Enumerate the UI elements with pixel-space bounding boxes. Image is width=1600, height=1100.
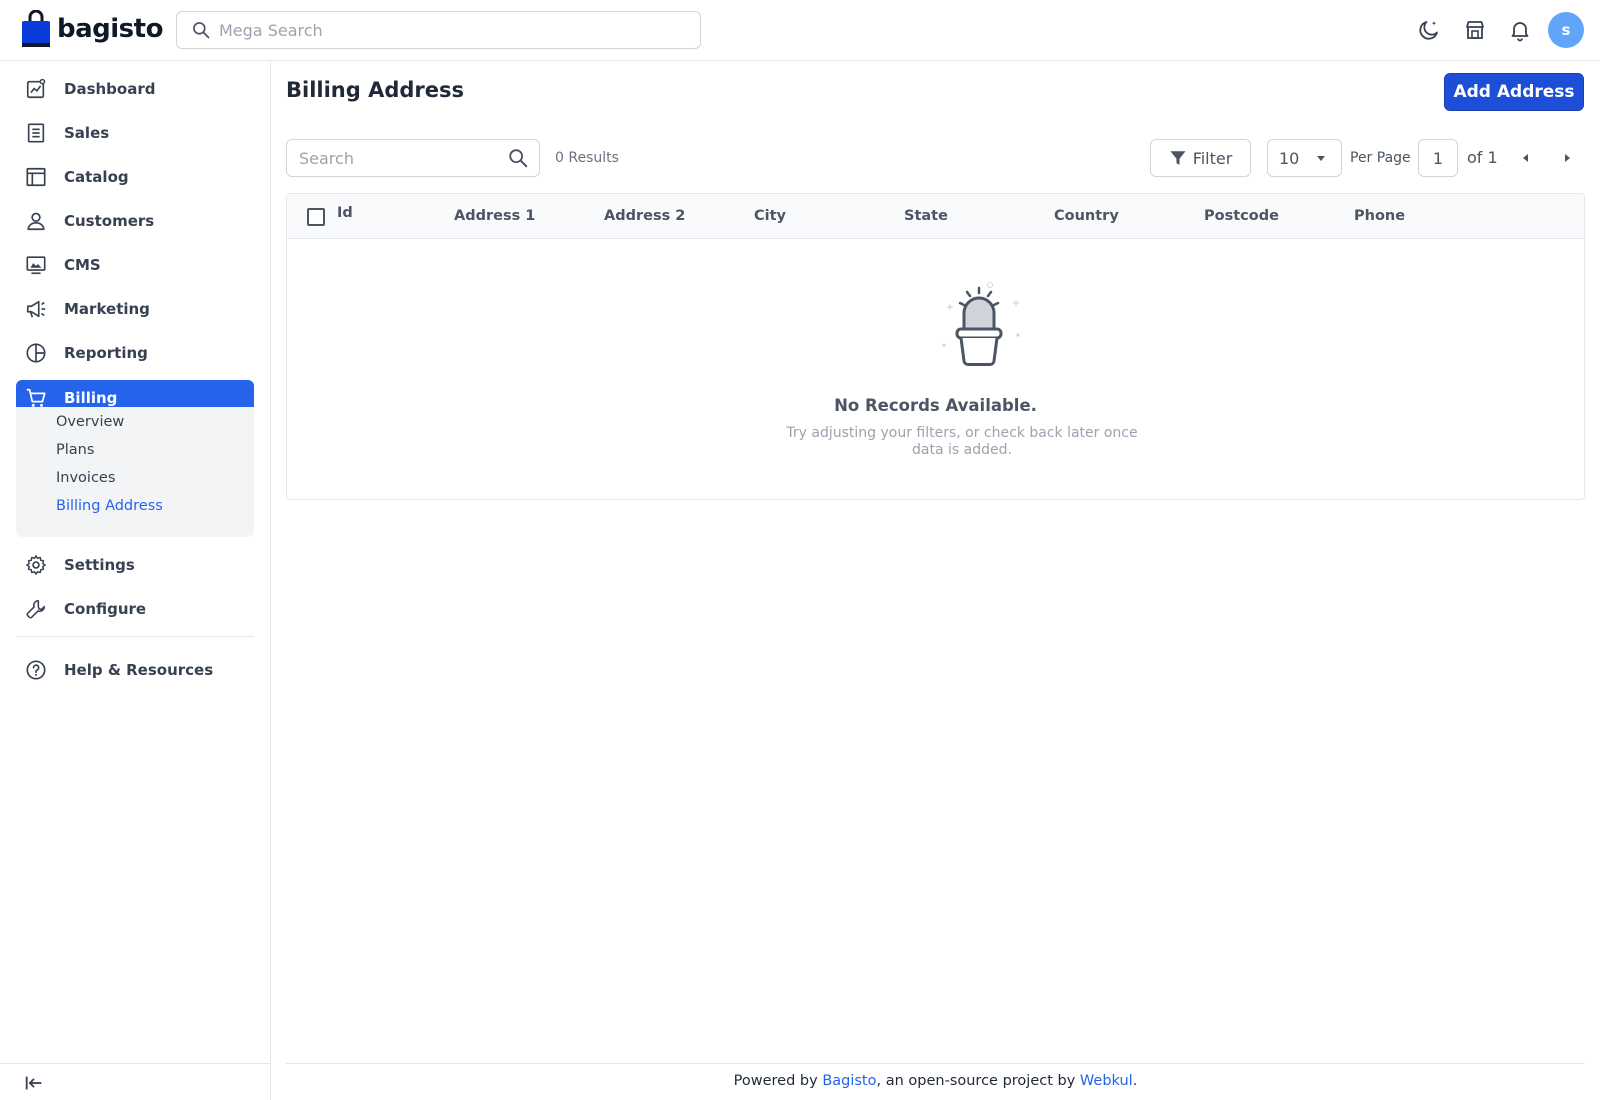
- pie-chart-icon: [24, 341, 48, 365]
- sidebar-item-sales[interactable]: Sales: [16, 115, 254, 151]
- sidebar-item-label: Configure: [64, 600, 147, 618]
- sidebar-item-help[interactable]: Help & Resources: [16, 652, 254, 688]
- sidebar-item-catalog[interactable]: Catalog: [16, 159, 254, 195]
- mega-search-box[interactable]: [176, 11, 701, 49]
- notification-bell-icon[interactable]: [1506, 16, 1534, 44]
- sidebar-item-label: Catalog: [64, 168, 129, 186]
- table-header: Id Address 1 Address 2 City State Countr…: [287, 194, 1584, 239]
- gear-icon: [24, 553, 48, 577]
- total-pages-label: of 1: [1467, 148, 1498, 167]
- column-header-id[interactable]: Id: [337, 205, 353, 221]
- megaphone-icon: [24, 297, 48, 321]
- filter-label: Filter: [1192, 148, 1233, 168]
- sidebar-item-label: Help & Resources: [64, 661, 214, 679]
- brand-name: bagisto: [57, 14, 163, 44]
- search-icon: [193, 22, 210, 39]
- dark-mode-icon[interactable]: [1415, 16, 1443, 44]
- empty-state: No Records Available. Try adjusting your…: [287, 239, 1584, 499]
- add-address-button[interactable]: Add Address: [1444, 73, 1584, 111]
- billing-submenu: Overview Plans Invoices Billing Address: [16, 407, 254, 537]
- dashboard-icon: [24, 77, 48, 101]
- column-header-state[interactable]: State: [904, 208, 948, 224]
- brand-logo[interactable]: bagisto: [21, 10, 163, 48]
- column-header-address-1[interactable]: Address 1: [454, 208, 535, 224]
- search-icon[interactable]: [507, 147, 529, 169]
- submenu-item-billing-address[interactable]: Billing Address: [56, 498, 163, 514]
- column-header-city[interactable]: City: [754, 208, 786, 224]
- previous-page-icon[interactable]: [1516, 148, 1536, 168]
- datagrid-search-box[interactable]: [286, 139, 540, 177]
- footer-divider: [286, 1063, 1585, 1064]
- sidebar-item-dashboard[interactable]: Dashboard: [16, 71, 254, 107]
- submenu-item-invoices[interactable]: Invoices: [56, 470, 115, 486]
- column-header-postcode[interactable]: Postcode: [1204, 208, 1279, 224]
- footer-middle: , an open-source project by: [876, 1073, 1080, 1089]
- results-count: 0 Results: [555, 150, 619, 166]
- current-page-input[interactable]: [1418, 139, 1458, 177]
- select-all-checkbox[interactable]: [307, 208, 325, 226]
- mega-search-input[interactable]: [219, 20, 679, 40]
- caret-down-icon: [1317, 156, 1325, 161]
- sidebar-item-label: CMS: [64, 256, 101, 274]
- per-page-label: Per Page: [1350, 150, 1411, 166]
- monitor-icon: [24, 253, 48, 277]
- sidebar-item-label: Reporting: [64, 344, 148, 362]
- sidebar-bottom-divider: [0, 1063, 271, 1064]
- footer-suffix: .: [1132, 1073, 1138, 1089]
- datagrid-search-input[interactable]: [299, 148, 499, 168]
- sidebar-item-cms[interactable]: CMS: [16, 247, 254, 283]
- sidebar-item-marketing[interactable]: Marketing: [16, 291, 254, 327]
- sidebar-item-customers[interactable]: Customers: [16, 203, 254, 239]
- sidebar: Dashboard Sales Catalog Customers CMS Ma…: [0, 61, 271, 1100]
- column-header-country[interactable]: Country: [1054, 208, 1119, 224]
- footer: Powered by Bagisto, an open-source proje…: [286, 1073, 1585, 1089]
- next-page-icon[interactable]: [1557, 148, 1577, 168]
- collapse-sidebar-icon[interactable]: [22, 1071, 46, 1095]
- empty-state-description: Try adjusting your filters, or check bac…: [786, 425, 1138, 458]
- billing-address-table: Id Address 1 Address 2 City State Countr…: [286, 193, 1585, 500]
- user-icon: [24, 209, 48, 233]
- sidebar-item-label: Marketing: [64, 300, 150, 318]
- user-avatar[interactable]: s: [1548, 12, 1584, 48]
- catalog-icon: [24, 165, 48, 189]
- help-icon: [24, 658, 48, 682]
- top-header: bagisto s: [0, 0, 1600, 61]
- per-page-value: 10: [1279, 148, 1300, 168]
- footer-prefix: Powered by: [733, 1073, 823, 1089]
- per-page-select[interactable]: 10: [1267, 139, 1342, 177]
- cactus-pot-icon: [942, 282, 1020, 367]
- sidebar-item-label: Dashboard: [64, 80, 156, 98]
- submenu-item-plans[interactable]: Plans: [56, 442, 94, 458]
- sidebar-item-reporting[interactable]: Reporting: [16, 335, 254, 371]
- sidebar-item-label: Settings: [64, 556, 135, 574]
- sidebar-item-label: Customers: [64, 212, 155, 230]
- bag-logo-icon: [22, 10, 50, 47]
- sidebar-item-settings[interactable]: Settings: [16, 547, 254, 583]
- sidebar-item-label: Sales: [64, 124, 110, 142]
- storefront-icon[interactable]: [1461, 16, 1489, 44]
- sidebar-item-configure[interactable]: Configure: [16, 591, 254, 627]
- receipt-icon: [24, 121, 48, 145]
- column-header-address-2[interactable]: Address 2: [604, 208, 685, 224]
- wrench-icon: [24, 597, 48, 621]
- sidebar-divider: [16, 636, 254, 637]
- filter-button[interactable]: Filter: [1150, 139, 1251, 177]
- submenu-item-overview[interactable]: Overview: [56, 414, 124, 430]
- empty-state-title: No Records Available.: [834, 396, 1037, 415]
- page-title: Billing Address: [286, 78, 465, 102]
- webkul-link[interactable]: Webkul: [1080, 1073, 1133, 1089]
- sidebar-item-label: Billing: [64, 389, 118, 407]
- filter-icon: [1170, 151, 1186, 165]
- column-header-phone[interactable]: Phone: [1354, 208, 1405, 224]
- bagisto-link[interactable]: Bagisto: [822, 1073, 876, 1089]
